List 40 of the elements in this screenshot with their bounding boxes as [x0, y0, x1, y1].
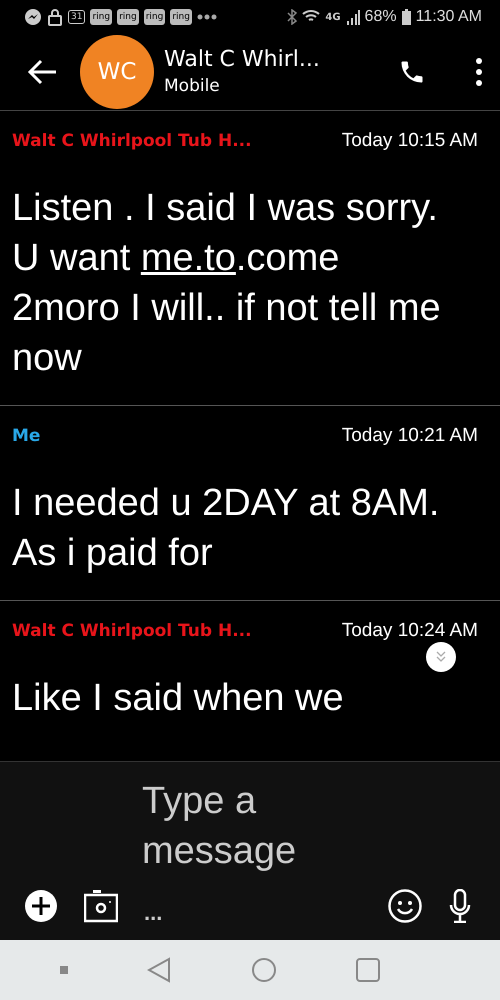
camera-icon[interactable]	[84, 889, 118, 923]
home-icon[interactable]	[250, 957, 277, 983]
recents-icon[interactable]	[356, 958, 380, 982]
message-text: I needed u 2DAY at 8AM. As i paid for	[12, 481, 440, 576]
more-button[interactable]: ...	[144, 900, 162, 926]
battery-icon	[402, 9, 411, 25]
sender-name: Walt C Whirlpool Tub H...	[12, 621, 252, 641]
more-notifications-icon	[196, 14, 217, 20]
notification-icon: ring	[170, 9, 192, 25]
message-input[interactable]: Type a message	[142, 776, 362, 876]
sender-name: Walt C Whirlpool Tub H...	[12, 131, 252, 151]
contact-name: Walt C Whirl...	[164, 46, 321, 74]
battery-percentage: 68%	[364, 8, 397, 26]
message-text: Like I said when we	[12, 676, 345, 721]
message-link[interactable]: me.to	[140, 237, 236, 279]
message-time: Today 10:24 AM	[342, 620, 478, 642]
message-time: Today 10:21 AM	[342, 425, 478, 447]
notification-icon: ring	[144, 9, 166, 25]
lock-icon	[47, 8, 63, 26]
microphone-icon[interactable]	[448, 889, 472, 923]
message-time: Today 10:15 AM	[342, 130, 478, 152]
notification-icon: ring	[90, 9, 112, 25]
clock: 11:30 AM	[416, 8, 482, 26]
bluetooth-icon	[287, 9, 298, 25]
add-icon[interactable]	[24, 889, 58, 923]
contact-subtitle: Mobile	[164, 75, 221, 98]
calendar-icon: 31	[68, 10, 86, 24]
network-label: 4G	[325, 12, 341, 22]
messenger-icon	[24, 8, 42, 26]
back-button[interactable]	[26, 58, 58, 86]
notification-icon: ring	[117, 9, 139, 25]
double-chevron-icon	[434, 650, 448, 664]
menu-button[interactable]	[474, 57, 484, 87]
signal-icon	[346, 9, 360, 25]
sender-name: Me	[12, 426, 40, 446]
back-icon[interactable]	[147, 957, 172, 983]
emoji-icon[interactable]	[388, 889, 422, 923]
contact-avatar: WC	[80, 35, 154, 109]
message-text: Listen . I said I was sorry. U want me.to.come 2moro I will.. if not tell me now	[12, 186, 442, 381]
scroll-down-button[interactable]	[426, 642, 456, 672]
